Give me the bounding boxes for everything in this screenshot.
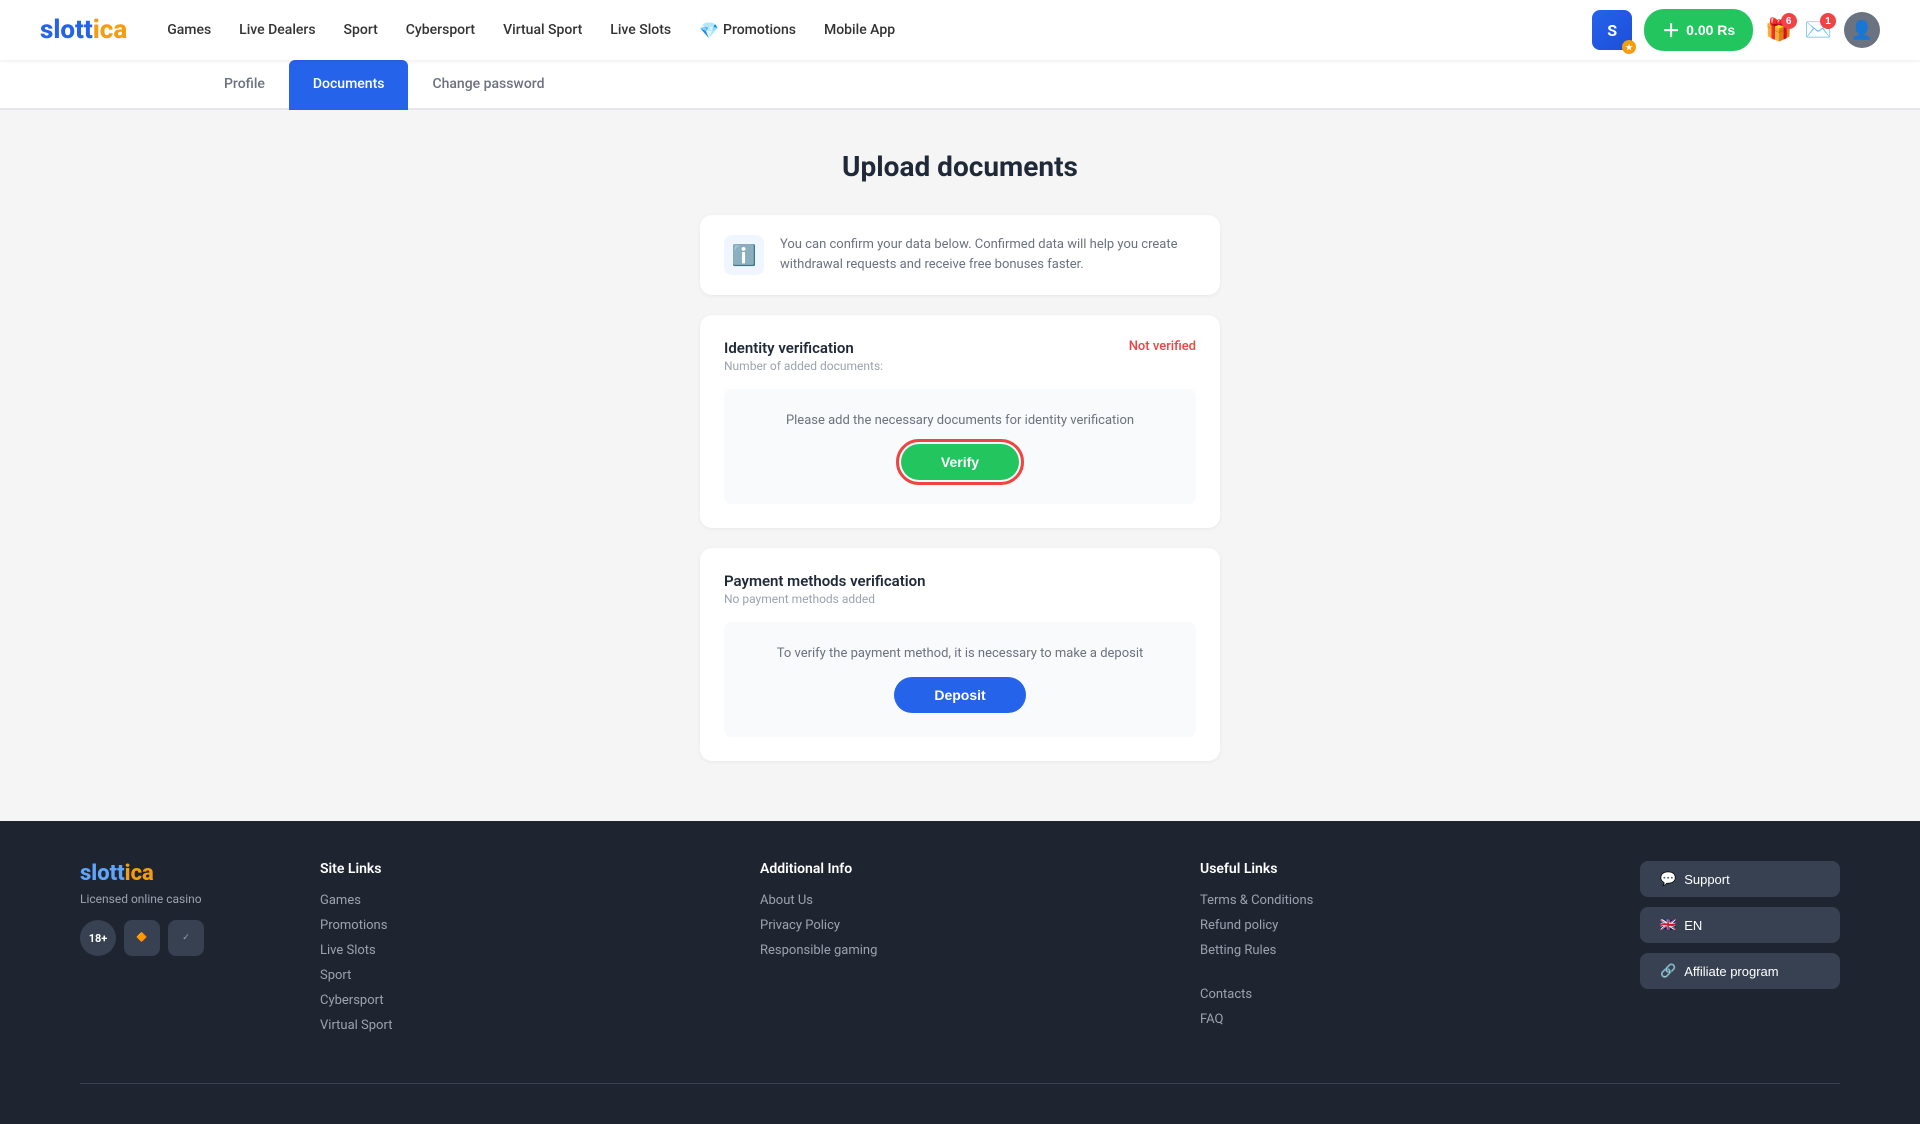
nav-games[interactable]: Games [167, 22, 211, 38]
identity-header: Identity verification Number of added do… [724, 339, 1196, 373]
main-content: Upload documents ℹ️ You can confirm your… [0, 110, 1920, 821]
not-verified-status: Not verified [1129, 339, 1196, 354]
footer-tagline: Licensed online casino [80, 892, 280, 906]
nav-right: S ★ ＋ 0.00 Rs 🎁 6 ✉️ 1 👤 [1592, 9, 1880, 51]
footer-site-links-heading: Site Links [320, 861, 720, 877]
gifts-badge: 6 [1781, 13, 1797, 29]
star-badge: ★ [1622, 40, 1636, 54]
footer-link-faq[interactable]: FAQ [1200, 1012, 1600, 1027]
language-button[interactable]: 🇬🇧 EN [1640, 907, 1840, 943]
footer-link-games[interactable]: Games [320, 893, 720, 908]
nav-links: Games Live Dealers Sport Cybersport Virt… [167, 21, 1592, 40]
footer-logo: slottica [80, 861, 280, 886]
identity-message: Please add the necessary documents for i… [744, 413, 1176, 428]
footer-link-refund[interactable]: Refund policy [1200, 918, 1600, 933]
logo-part2: ica [93, 15, 127, 45]
footer-link-privacy[interactable]: Privacy Policy [760, 918, 1160, 933]
avatar-icon: 👤 [1851, 20, 1873, 41]
nav-live-slots[interactable]: Live Slots [610, 22, 671, 38]
verify-button[interactable]: Verify [901, 444, 1019, 480]
deposit-button[interactable]: Deposit [894, 677, 1025, 713]
tab-profile[interactable]: Profile [200, 60, 289, 110]
balance-button[interactable]: ＋ 0.00 Rs [1644, 9, 1753, 51]
footer-link-promotions[interactable]: Promotions [320, 918, 720, 933]
footer-link-virtual-sport[interactable]: Virtual Sport [320, 1018, 720, 1033]
page-title: Upload documents [200, 150, 1720, 183]
footer-link-contacts[interactable]: Contacts [1200, 987, 1600, 1002]
nav-promotions[interactable]: 💎 Promotions [699, 21, 796, 40]
payment-header: Payment methods verification No payment … [724, 572, 1196, 606]
nav-cybersport[interactable]: Cybersport [406, 22, 475, 38]
footer: slottica Licensed online casino 18+ 🔶 ✓ … [0, 821, 1920, 1124]
payment-verification-card: Payment methods verification No payment … [700, 548, 1220, 761]
diamond-icon: 💎 [699, 21, 719, 40]
footer-link-live-slots[interactable]: Live Slots [320, 943, 720, 958]
shield-icon: S ★ [1592, 10, 1632, 50]
footer-additional-heading: Additional Info [760, 861, 1160, 877]
nav-mobile-app[interactable]: Mobile App [824, 22, 895, 38]
nav-live-dealers[interactable]: Live Dealers [239, 22, 315, 38]
navbar: slottica Games Live Dealers Sport Cybers… [0, 0, 1920, 60]
footer-brand: slottica Licensed online casino 18+ 🔶 ✓ [80, 861, 280, 1043]
gifts-button[interactable]: 🎁 6 [1765, 17, 1792, 43]
info-icon: ℹ️ [724, 235, 764, 275]
support-button[interactable]: 💬 Support [1640, 861, 1840, 897]
identity-subtitle: Number of added documents: [724, 359, 883, 373]
affiliate-icon: 🔗 [1660, 963, 1676, 979]
tab-documents[interactable]: Documents [289, 60, 409, 110]
footer-logo-part2: ica [125, 861, 154, 886]
tab-change-password[interactable]: Change password [408, 60, 568, 110]
cert-badge-1: 🔶 [124, 920, 160, 956]
footer-logo-part1: slott [80, 861, 125, 886]
plus-icon: ＋ [1662, 17, 1680, 43]
identity-title: Identity verification [724, 339, 883, 357]
identity-verification-card: Identity verification Number of added do… [700, 315, 1220, 528]
payment-title: Payment methods verification [724, 572, 926, 590]
info-card: ℹ️ You can confirm your data below. Conf… [700, 215, 1220, 295]
logo-part1: slott [40, 15, 93, 45]
footer-link-betting[interactable]: Betting Rules [1200, 943, 1600, 958]
messages-button[interactable]: ✉️ 1 [1805, 17, 1832, 43]
footer-link-cybersport[interactable]: Cybersport [320, 993, 720, 1008]
footer-main: slottica Licensed online casino 18+ 🔶 ✓ … [80, 861, 1840, 1043]
nav-sport[interactable]: Sport [344, 22, 378, 38]
footer-useful-heading: Useful Links [1200, 861, 1600, 877]
support-icon: 💬 [1660, 871, 1676, 887]
footer-additional-info: Additional Info About Us Privacy Policy … [760, 861, 1160, 1043]
logo[interactable]: slottica [40, 15, 127, 45]
footer-badges: 18+ 🔶 ✓ [80, 920, 280, 956]
info-text: You can confirm your data below. Confirm… [780, 235, 1196, 274]
footer-link-sport[interactable]: Sport [320, 968, 720, 983]
payment-subtitle: No payment methods added [724, 592, 926, 606]
footer-site-links: Site Links Games Promotions Live Slots S… [320, 861, 720, 1043]
messages-badge: 1 [1820, 13, 1836, 29]
payment-message: To verify the payment method, it is nece… [744, 646, 1176, 661]
flag-icon: 🇬🇧 [1660, 917, 1676, 933]
footer-link-about[interactable]: About Us [760, 893, 1160, 908]
identity-body: Please add the necessary documents for i… [724, 389, 1196, 504]
footer-link-terms[interactable]: Terms & Conditions [1200, 893, 1600, 908]
tabs-bar: Profile Documents Change password [0, 60, 1920, 110]
avatar-button[interactable]: 👤 [1844, 12, 1880, 48]
nav-virtual-sport[interactable]: Virtual Sport [503, 22, 582, 38]
affiliate-button[interactable]: 🔗 Affiliate program [1640, 953, 1840, 989]
footer-divider [80, 1083, 1840, 1104]
cert-badge-2: ✓ [168, 920, 204, 956]
footer-link-responsible[interactable]: Responsible gaming [760, 943, 1160, 958]
payment-body: To verify the payment method, it is nece… [724, 622, 1196, 737]
footer-actions: 💬 Support 🇬🇧 EN 🔗 Affiliate program [1640, 861, 1840, 1043]
footer-additional-info2: Useful Links Terms & Conditions Refund p… [1200, 861, 1600, 1043]
age-badge: 18+ [80, 920, 116, 956]
